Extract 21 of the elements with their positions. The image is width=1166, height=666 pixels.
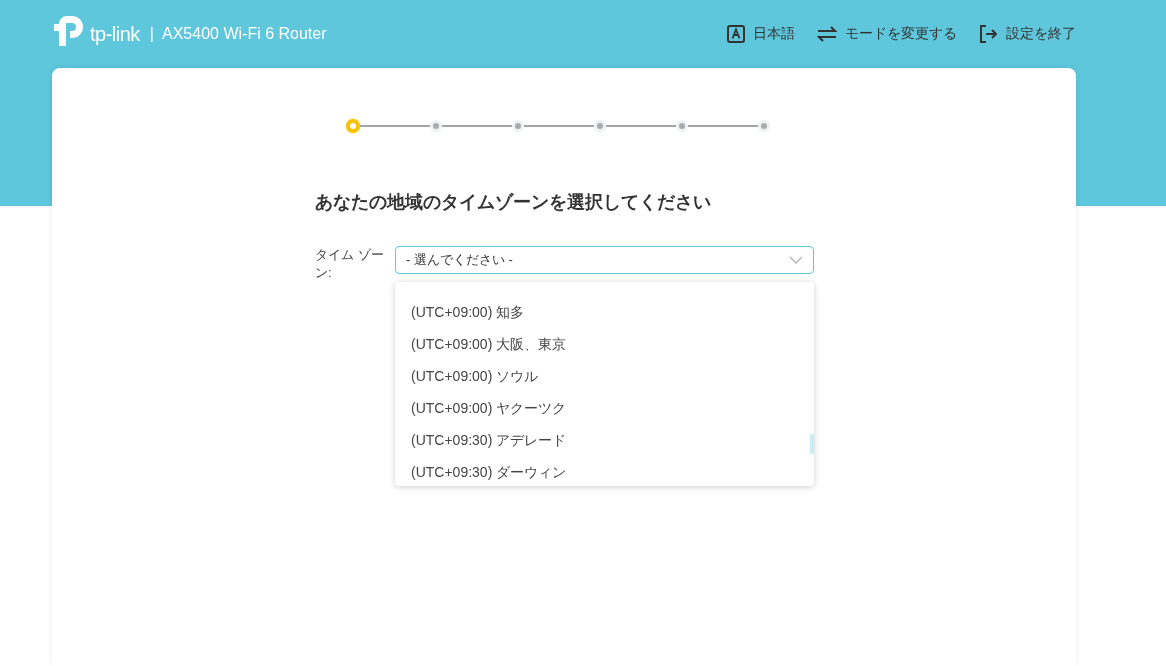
separator: |	[149, 25, 154, 43]
model-name: AX5400 Wi-Fi 6 Router	[162, 25, 327, 43]
exit-link[interactable]: 設定を終了	[979, 25, 1076, 43]
scrollbar-thumb[interactable]	[810, 434, 814, 454]
exit-icon	[979, 25, 998, 43]
language-icon	[727, 25, 745, 43]
brand-name: tp-link	[90, 22, 140, 46]
field-label: タイム ゾーン:	[315, 246, 385, 282]
dropdown-option[interactable]: (UTC+09:00) 知多	[395, 296, 814, 328]
language-link[interactable]: 日本語	[727, 25, 795, 43]
dropdown-option[interactable]: (UTC+09:00) ソウル	[395, 360, 814, 392]
dropdown-option[interactable]: (UTC+09:30) ダーウィン	[395, 456, 814, 486]
mode-link[interactable]: モードを変更する	[817, 25, 957, 43]
logo-icon	[52, 14, 86, 48]
dropdown-option[interactable]: (UTC+09:00) 大阪、東京	[395, 328, 814, 360]
dropdown-option[interactable]: (UTC+09:00) ヤクーツク	[395, 392, 814, 424]
dropdown-option[interactable]: (UTC+09:30) アデレード	[395, 424, 814, 456]
page-title: あなたの地域のタイムゾーンを選択してください	[315, 191, 712, 214]
swap-arrows-icon	[817, 26, 837, 42]
timezone-select[interactable]: - 選んでください -	[395, 246, 814, 274]
chevron-icon	[789, 256, 803, 264]
